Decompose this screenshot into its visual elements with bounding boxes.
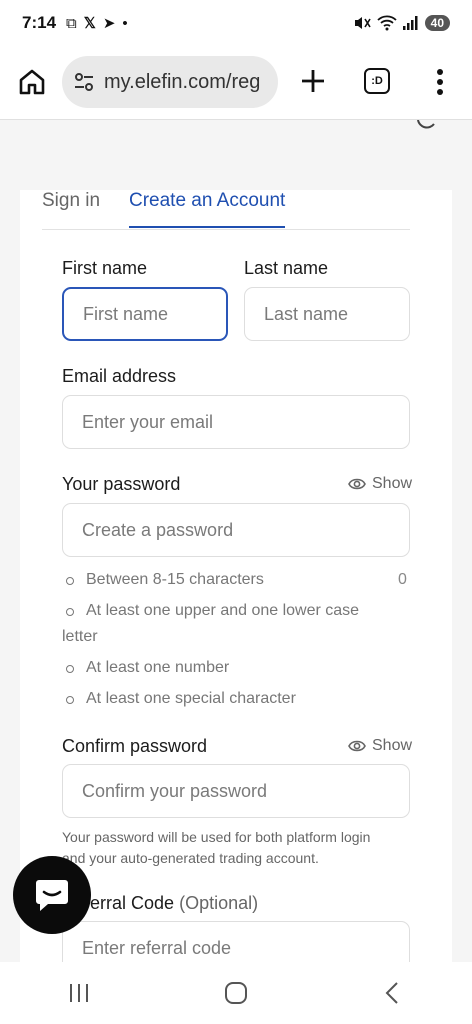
last-name-field[interactable] [244, 287, 410, 341]
referral-code-label: Referral Code (Optional) [62, 893, 258, 914]
live-chat-button[interactable] [13, 856, 91, 934]
more-options-icon[interactable] [430, 66, 450, 98]
rule-bullet-icon [66, 696, 74, 704]
rule-text: At least one upper and one lower case [86, 602, 360, 619]
last-name-label: Last name [244, 258, 329, 278]
email-label: Email address [62, 366, 177, 386]
screenshot-icon: ⧉ [66, 14, 77, 32]
show-confirm-password-toggle[interactable]: Show [348, 737, 412, 755]
home-button-icon[interactable] [222, 979, 250, 1007]
site-settings-icon[interactable] [72, 70, 96, 94]
url-text: my.elefin.com/reg [104, 70, 261, 93]
rule-bullet-icon [66, 665, 74, 673]
battery-indicator: 40 [424, 15, 450, 31]
password-rule: At least one special character [66, 690, 296, 708]
recent-apps-icon[interactable] [65, 979, 93, 1007]
back-icon[interactable] [379, 979, 407, 1007]
rule-text: letter [62, 628, 98, 645]
home-icon[interactable] [16, 66, 48, 98]
theme-toggle-icon[interactable] [414, 120, 438, 136]
tab-switcher-button[interactable]: :D [364, 68, 390, 94]
status-system-icons: 40 [353, 15, 450, 31]
password-hint-line: Your password will be used for both plat… [62, 829, 371, 845]
show-confirm-label: Show [372, 737, 413, 754]
first-name-field[interactable] [62, 287, 228, 341]
confirm-password-field[interactable] [62, 764, 410, 818]
dot-icon: • [122, 14, 128, 32]
chat-bubble-icon [36, 880, 68, 911]
wifi-icon [377, 15, 397, 31]
browser-toolbar: my.elefin.com/reg :D [0, 46, 472, 120]
status-time: 7:14 [22, 13, 57, 32]
mute-icon [354, 17, 371, 29]
status-notification-icons: ⧉ 𝕏 ➤ • [66, 14, 128, 33]
status-bar: 7:14 ⧉ 𝕏 ➤ • 40 [0, 0, 472, 46]
eye-icon [348, 478, 366, 490]
password-rule: At least one upper and one lower case [66, 602, 359, 620]
auth-tabs: Sign in Create an Account [42, 186, 410, 230]
rule-text: Between 8-15 characters [86, 571, 264, 588]
password-char-count: 0 [398, 571, 407, 588]
telegram-icon: ➤ [102, 15, 116, 32]
email-field[interactable] [62, 395, 410, 449]
system-navigation-bar [0, 962, 472, 1024]
rule-text: At least one number [86, 659, 230, 676]
password-rule: Between 8-15 characters [66, 571, 264, 589]
first-name-label: First name [62, 258, 148, 278]
rule-bullet-icon [66, 608, 74, 616]
signal-icon [402, 16, 418, 30]
x-app-icon: 𝕏 [83, 15, 96, 32]
password-label: Your password [62, 474, 181, 494]
referral-optional-text: (Optional) [179, 893, 259, 913]
tab-sign-in[interactable]: Sign in [42, 190, 100, 226]
password-rule: At least one number [66, 659, 229, 677]
address-bar[interactable]: my.elefin.com/reg [62, 56, 278, 108]
rule-text: At least one special character [86, 690, 296, 707]
password-rule-continued: letter [62, 628, 98, 646]
password-hint: Your password will be used for both plat… [62, 827, 370, 869]
tab-create-account[interactable]: Create an Account [129, 190, 286, 228]
show-password-toggle[interactable]: Show [348, 475, 412, 493]
confirm-password-label: Confirm password [62, 736, 208, 756]
password-field[interactable] [62, 503, 410, 557]
rule-bullet-icon [66, 577, 74, 585]
referral-code-field[interactable] [62, 921, 410, 962]
eye-icon [348, 740, 366, 752]
password-hint-line: and your auto-generated trading account. [62, 850, 319, 866]
new-tab-icon[interactable] [298, 66, 328, 96]
show-password-label: Show [372, 475, 413, 492]
page-content: Sign in Create an Account First name Las… [0, 120, 472, 962]
